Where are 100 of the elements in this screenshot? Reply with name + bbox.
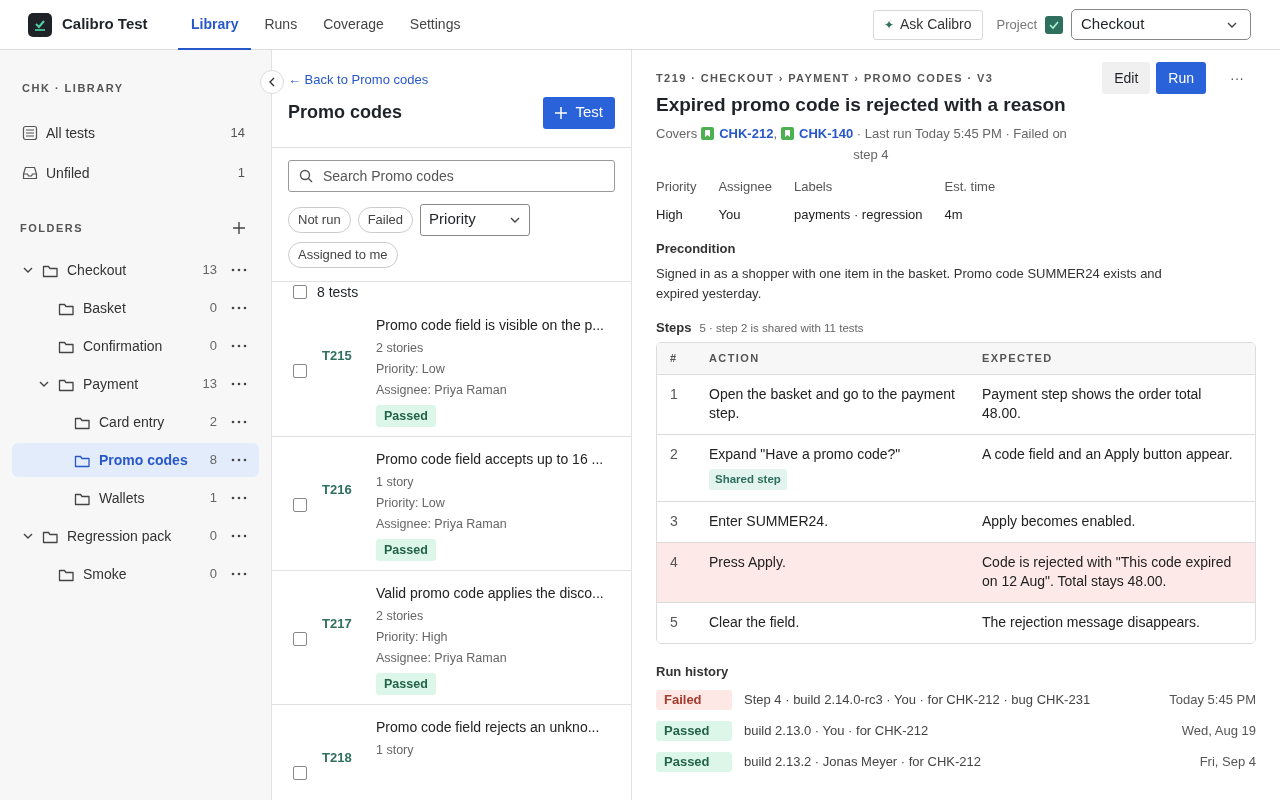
folder-item[interactable]: Confirmation 0 <box>12 329 259 363</box>
step-expected: The rejection message disappears. <box>982 613 1201 632</box>
run-summary: build 2.13.0 · You · for CHK-212 <box>744 721 930 740</box>
folder-item[interactable]: Regression pack 0 <box>12 519 259 553</box>
more-icon[interactable] <box>231 382 247 386</box>
test-name[interactable]: Valid promo code applies the disco... <box>376 582 604 605</box>
ask-button[interactable]: ✦ Ask Calibro <box>872 9 983 40</box>
add-test-button[interactable]: Test <box>543 96 615 129</box>
add-folder-icon[interactable] <box>233 222 245 234</box>
story-count: 2 stories <box>376 339 425 357</box>
folder-item[interactable]: Wallets 1 <box>12 481 259 515</box>
panel-title: Promo codes <box>288 101 403 124</box>
folder-item[interactable]: Card entry 2 <box>12 405 259 439</box>
precondition-text: Signed in as a shopper with one item in the basket. Promo code SUMMER24 exists and expired yesterday. <box>656 264 1163 303</box>
select-all-checkbox[interactable] <box>293 285 307 299</box>
step-number: 4 <box>669 553 679 572</box>
test-id[interactable]: T218 <box>322 747 376 767</box>
step-number: 2 <box>669 445 679 464</box>
inbox-icon <box>22 165 38 181</box>
bookmark-icon <box>781 127 794 140</box>
nav-tab[interactable]: Settings <box>396 0 474 50</box>
steps-note: 5 · step 2 is shared with 11 tests <box>699 320 864 336</box>
status-badge: Passed <box>376 538 436 562</box>
bookmark-icon <box>701 127 715 140</box>
row-checkbox[interactable] <box>293 497 307 512</box>
test-name[interactable]: Promo code field rejects an unkno... <box>376 716 600 739</box>
folders-heading: FOLDERS <box>20 220 84 236</box>
test-name[interactable]: Promo code field accepts up to 16 ... <box>376 448 604 471</box>
test-count: 8 tests <box>317 282 359 302</box>
sidebar-item[interactable]: All tests 14 <box>12 113 259 153</box>
folder-item[interactable]: Smoke 0 <box>12 557 259 591</box>
section-heading: Steps <box>656 318 692 337</box>
column-header: # <box>669 351 679 367</box>
test-id[interactable]: T215 <box>322 345 376 365</box>
run-button[interactable]: Run <box>1156 62 1206 94</box>
more-icon[interactable] <box>231 534 247 538</box>
run-date: Fri, Sep 4 <box>1199 752 1256 771</box>
step-expected: Apply becomes enabled. <box>982 512 1137 531</box>
app-name: Calibro Test <box>62 14 148 35</box>
folder-item[interactable]: Basket 0 <box>12 291 259 325</box>
back-link[interactable]: ← Back to Promo codes <box>288 70 615 90</box>
step-expected: Payment step shows the order total 48.00. <box>982 385 1203 423</box>
breadcrumb: T219 · CHECKOUT › PAYMENT › PROMO CODES · V3 <box>656 71 995 86</box>
test-id[interactable]: T217 <box>322 613 376 633</box>
test-id[interactable]: T216 <box>322 479 376 499</box>
story-count: 1 story <box>376 473 415 491</box>
assignee-text: Assignee: Priya Raman <box>376 649 508 667</box>
plus-icon <box>555 106 568 119</box>
folder-item[interactable]: Checkout 13 <box>12 253 259 287</box>
more-icon[interactable] <box>231 496 247 500</box>
field-value: payments · regression <box>793 205 923 224</box>
folder-item[interactable]: Payment 13 <box>12 367 259 401</box>
row-checkbox[interactable] <box>293 363 307 378</box>
list-icon <box>22 125 38 141</box>
run-summary: build 2.13.2 · Jonas Meyer · for CHK-212 <box>744 752 982 771</box>
status-badge: Passed <box>656 751 732 772</box>
status-badge: Passed <box>376 672 436 696</box>
row-checkbox[interactable] <box>293 765 307 780</box>
search-field[interactable]: Search Promo codes <box>288 159 615 192</box>
more-icon[interactable] <box>231 268 247 272</box>
priority-select[interactable]: Priority <box>420 203 531 236</box>
section-heading: Precondition <box>656 240 737 258</box>
more-icon[interactable] <box>231 306 247 310</box>
run-info: · Last run Today 5:45 PM · Failed on step 4 <box>853 125 1068 164</box>
more-icon[interactable] <box>231 420 247 424</box>
step-number: 3 <box>669 512 679 531</box>
covers-label: Covers <box>656 125 698 143</box>
priority-text: Priority: Low <box>376 360 446 378</box>
project-select[interactable]: Checkout <box>1071 9 1251 40</box>
collapse-sidebar-button[interactable] <box>260 70 284 94</box>
step-action: Enter SUMMER24. <box>709 512 829 531</box>
field-value: 4m <box>944 205 964 224</box>
nav-tab[interactable]: Coverage <box>310 0 397 50</box>
more-icon[interactable] <box>231 458 247 462</box>
field-label: Priority <box>656 178 697 196</box>
run-summary: Step 4 · build 2.14.0-rc3 · You · for CHK-212 · bug CHK-231 <box>744 690 1092 709</box>
run-date: Wed, Aug 19 <box>1181 721 1256 740</box>
run-date: Today 5:45 PM <box>1169 690 1256 709</box>
assignee-text: Assignee: Priya Raman <box>376 515 508 533</box>
more-button[interactable]: ··· <box>1218 62 1256 94</box>
sidebar-item[interactable]: Unfiled 1 <box>12 153 259 193</box>
row-checkbox[interactable] <box>293 631 307 646</box>
folder-item[interactable]: Promo codes 8 <box>12 443 259 477</box>
logo-icon <box>28 12 52 37</box>
issue-link[interactable]: CHK-140 <box>799 123 854 144</box>
shared-step-badge: Shared step <box>709 469 787 490</box>
story-count: 1 story <box>376 741 415 759</box>
status-badge: Failed <box>656 689 732 710</box>
test-title: Expired promo code is rejected with a reason <box>656 92 1066 117</box>
nav-tab[interactable]: Runs <box>251 0 311 50</box>
step-action: Clear the field. <box>709 613 800 632</box>
edit-button[interactable]: Edit <box>1102 62 1151 94</box>
step-expected: A code field and an Apply button appear. <box>982 445 1234 464</box>
more-icon[interactable] <box>231 572 247 576</box>
assignee-text: Assignee: Priya Raman <box>376 381 508 399</box>
more-icon[interactable] <box>231 344 247 348</box>
field-label: Labels <box>793 178 834 196</box>
project-label: Project <box>996 15 1037 34</box>
test-name[interactable]: Promo code field is visible on the p... <box>376 314 604 337</box>
status-badge: Passed <box>376 404 436 428</box>
